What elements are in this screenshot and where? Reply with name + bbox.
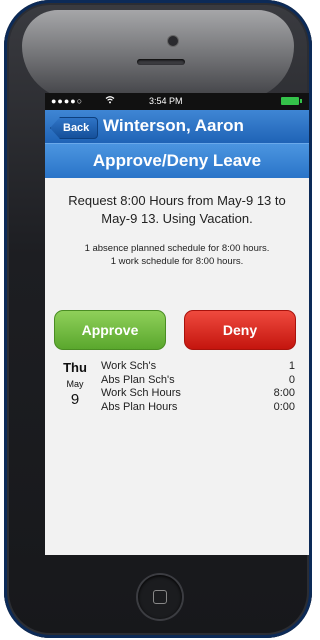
day-number: 9 [70, 391, 80, 408]
front-camera [168, 36, 178, 46]
detail-value: 0:00 [273, 400, 295, 413]
nav-bar: Back Winterson, Aaron [45, 110, 309, 143]
status-bar: ●●●●○ 3:54 PM [45, 93, 309, 110]
home-button[interactable] [138, 575, 182, 619]
status-time: 3:54 PM [149, 96, 183, 106]
list-item: Work Sch's 1 [101, 360, 295, 374]
detail-label: Work Sch's [101, 360, 157, 372]
phone-frame: ●●●●○ 3:54 PM Back Winterson, Aaron Appr… [4, 0, 312, 638]
list-item: Abs Plan Hours 0:00 [101, 401, 295, 415]
detail-label: Work Sch Hours [101, 387, 181, 399]
back-button[interactable]: Back [50, 117, 99, 139]
deny-button[interactable]: Deny [184, 310, 296, 350]
employee-name-title: Winterson, Aaron [103, 116, 244, 135]
approve-button[interactable]: Approve [54, 310, 166, 350]
detail-label: Abs Plan Sch's [101, 373, 175, 386]
month-label: May [66, 379, 84, 389]
summary-line-absence: 1 absence planned schedule for 8:00 hour… [84, 243, 270, 254]
list-item: Abs Plan Sch's 0 [101, 374, 295, 388]
battery-icon [281, 97, 302, 105]
request-description: Request 8:00 Hours from May-9 13 to May-… [68, 193, 286, 226]
schedule-summary: 1 absence planned schedule for 8:00 hour… [55, 242, 299, 268]
detail-value: 8:00 [273, 387, 295, 399]
summary-line-work: 1 work schedule for 8:00 hours. [110, 256, 244, 267]
schedule-detail-list: Work Sch's 1 Abs Plan Sch's 0 Work Sch H… [101, 360, 295, 414]
home-square-icon [153, 590, 167, 604]
screen: ●●●●○ 3:54 PM Back Winterson, Aaron Appr… [45, 93, 309, 555]
detail-value: 0 [288, 373, 295, 386]
day-of-week: Thu [63, 360, 87, 375]
phone-gloss [22, 10, 294, 100]
list-item: Work Sch Hours 8:00 [101, 387, 295, 401]
signal-icon: ●●●●○ [51, 96, 84, 106]
detail-label: Abs Plan Hours [101, 400, 178, 413]
detail-value: 1 [288, 360, 295, 372]
page-title: Approve/Deny Leave [45, 143, 309, 178]
earpiece-speaker [137, 59, 185, 65]
wifi-icon [105, 95, 115, 106]
date-block: Thu May 9 [55, 360, 95, 408]
